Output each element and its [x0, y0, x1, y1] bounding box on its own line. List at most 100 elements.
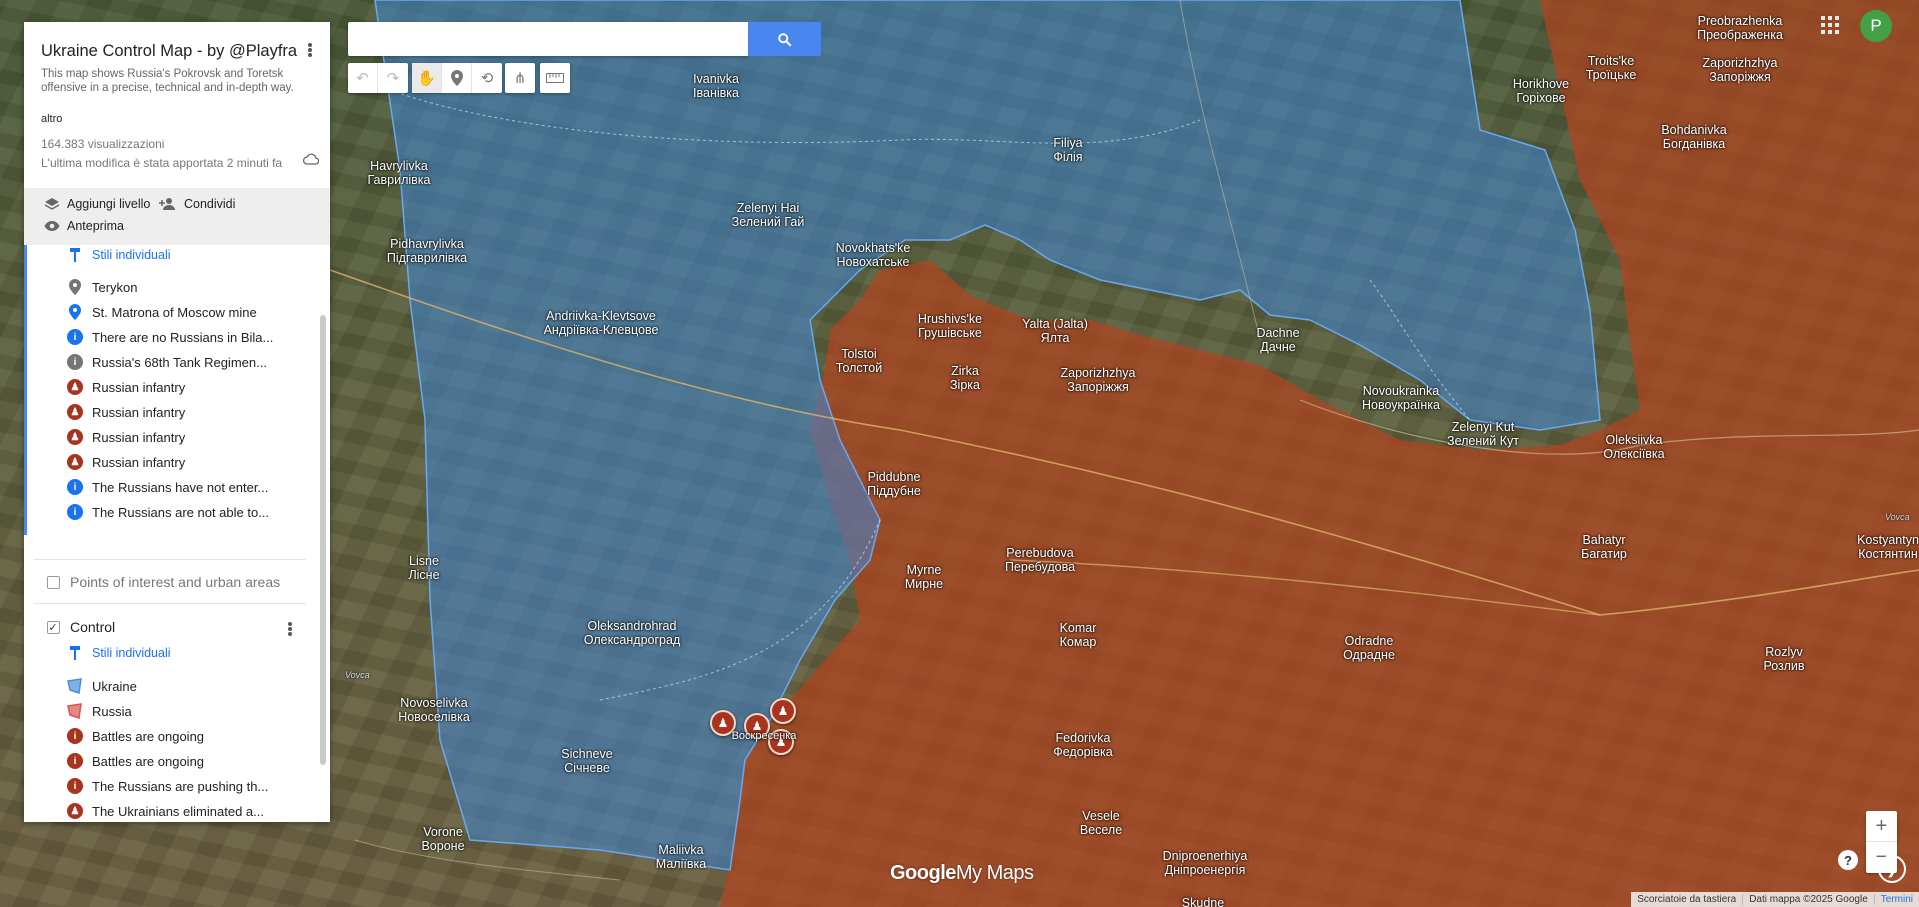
town-label: Maliivka Маліївка [655, 843, 707, 871]
town-label: Rozlyv Розлив [1763, 645, 1805, 673]
town-label: Oleksandrohrad Олександроград [583, 619, 681, 647]
control-layer-options-icon[interactable] [282, 620, 298, 638]
ruler-icon [546, 73, 564, 83]
zoom-in-button[interactable]: + [1866, 811, 1897, 842]
draw-line-button[interactable]: ⟲ [472, 63, 502, 93]
apps-grid-icon[interactable] [1821, 16, 1839, 34]
poi-layer-toggle[interactable]: Points of interest and urban areas [44, 573, 280, 591]
legend-item[interactable]: Terykon [66, 278, 138, 296]
layers-list: Stili individuali Terykon St. Matrona of … [24, 245, 330, 822]
more-link[interactable]: altro [41, 113, 313, 125]
layer-markers: Stili individuali Terykon St. Matrona of … [24, 245, 314, 535]
draw-line-icon: ⟲ [480, 70, 494, 87]
legend-item[interactable]: i The Russians are not able to... [66, 503, 269, 521]
river-label: Vovca [1885, 512, 1910, 522]
legend-item[interactable]: i Russia's 68th Tank Regimen... [66, 353, 267, 371]
info-icon: i [66, 328, 84, 346]
panel-header: Ukraine Control Map - by @Playfra This m… [24, 22, 330, 170]
add-layer-button[interactable]: Aggiungi livello [44, 197, 150, 211]
town-label: Troits'ke Троїцьке [1585, 54, 1637, 82]
keyboard-shortcuts-link[interactable]: Scorciatoie da tastiera [1631, 894, 1742, 905]
town-label: Zelenyi Hai Зелений Гай [731, 201, 805, 229]
undo-redo-group: ↶ ↷ [348, 63, 408, 93]
legend-item[interactable]: ♟ Russian infantry [66, 453, 185, 471]
add-person-icon [159, 198, 175, 210]
legend-item[interactable]: i There are no Russians in Bila... [66, 328, 273, 346]
divider [34, 603, 306, 604]
select-tool-button[interactable]: ✋ [412, 63, 442, 93]
grey-pin-icon [66, 278, 84, 296]
directions-icon: ⋔ [513, 70, 527, 87]
expand-arrow-icon[interactable]: ❯ [1878, 855, 1906, 883]
legend-item[interactable]: i The Russians have not enter... [66, 478, 268, 496]
google-my-maps-logo: GoogleMy Maps [890, 862, 1034, 884]
control-layer-checkbox[interactable]: ✓ [46, 620, 60, 634]
eye-icon [44, 221, 60, 231]
town-label: Kostyantyn Костянтин [1857, 533, 1919, 561]
town-label: Dachne Дачне [1256, 326, 1300, 354]
town-label: Lisne Лісне [408, 554, 440, 582]
poi-layer-checkbox[interactable] [46, 575, 60, 589]
town-label: Bohdanivka Богданівка [1661, 123, 1727, 151]
town-label: Zelenyi Kut Зелений Кут [1447, 420, 1519, 448]
legend-item[interactable]: Russia [66, 702, 132, 720]
infantry-icon: ♟ [66, 378, 84, 396]
preview-button[interactable]: Anteprima [44, 219, 124, 233]
add-marker-button[interactable] [442, 63, 472, 93]
share-button[interactable]: Condividi [159, 197, 235, 211]
control-layer-header[interactable]: ✓ Control [44, 618, 115, 636]
legend-item[interactable]: i Battles are ongoing [66, 727, 204, 745]
directions-button[interactable]: ⋔ [505, 63, 535, 93]
legend-item[interactable]: Ukraine [66, 677, 137, 695]
red-polygon-icon [66, 702, 84, 720]
infantry-icon: ♟ [66, 403, 84, 421]
town-label: Piddubne Піддубне [867, 470, 921, 498]
undo-icon: ↶ [356, 70, 369, 87]
town-label: Perebudova Перебудова [1004, 546, 1076, 574]
legend-item[interactable]: i The Russians are pushing th... [66, 777, 268, 795]
town-label: Vesele Веселе [1079, 809, 1123, 837]
drawing-tools-group: ✋ ⟲ [412, 63, 502, 93]
cloud-saved-icon [303, 153, 319, 165]
info-icon: i [66, 353, 84, 371]
terms-link[interactable]: Termini [1873, 894, 1919, 905]
blue-pin-icon [66, 303, 84, 321]
town-label: Tolstoi Толстой [835, 347, 883, 375]
map-data-text: Dati mappa ©2025 Google [1742, 894, 1874, 905]
town-label: Fedorivka Федорівка [1053, 731, 1113, 759]
undo-button[interactable]: ↶ [348, 63, 378, 93]
legend-item[interactable]: ♟ The Ukrainians eliminated a... [66, 802, 264, 820]
town-label: Filiya Філія [1053, 136, 1083, 164]
help-icon[interactable]: ? [1838, 850, 1858, 870]
legend-item[interactable]: ♟ Russian infantry [66, 403, 185, 421]
paint-roller-icon [66, 644, 84, 662]
redo-button[interactable]: ↷ [378, 63, 408, 93]
town-label: Novokhats'ke Новохатське [835, 241, 911, 269]
map-description: This map shows Russia's Pokrovsk and Tor… [41, 68, 294, 94]
layers-icon [44, 198, 60, 210]
measure-button[interactable] [540, 63, 570, 93]
town-label: Myrne Мирне [904, 563, 944, 591]
individual-styles-link[interactable]: Stili individuali [66, 246, 171, 264]
town-label: Bahatyr Багатир [1581, 533, 1627, 561]
town-label: Horikhove Горіхове [1512, 77, 1570, 105]
infantry-marker[interactable]: ♟ [770, 698, 796, 724]
map-title[interactable]: Ukraine Control Map - by @Playfra [41, 40, 313, 62]
panel-scrollbar[interactable] [320, 315, 326, 765]
info-icon: i [66, 727, 84, 745]
town-label: Vorone Вороне [421, 825, 465, 853]
more-options-icon[interactable] [302, 40, 318, 60]
map-attribution: Scorciatoie da tastiera Dati mappa ©2025… [1631, 892, 1919, 907]
last-edit-text: L'ultima modifica è stata apportata 2 mi… [41, 156, 283, 170]
town-label: Sichneve Січневе [561, 747, 613, 775]
individual-styles-link[interactable]: Stili individuali [66, 644, 171, 662]
legend-item[interactable]: St. Matrona of Moscow mine [66, 303, 257, 321]
legend-item[interactable]: ♟ Russian infantry [66, 378, 185, 396]
legend-item[interactable]: i Battles are ongoing [66, 752, 204, 770]
search-input[interactable] [348, 22, 748, 56]
avatar[interactable]: P [1860, 10, 1892, 42]
search-button[interactable] [748, 22, 821, 56]
legend-item[interactable]: ♟ Russian infantry [66, 428, 185, 446]
town-label: Yalta (Jalta) Ялта [1022, 317, 1088, 345]
search-icon [778, 32, 792, 46]
